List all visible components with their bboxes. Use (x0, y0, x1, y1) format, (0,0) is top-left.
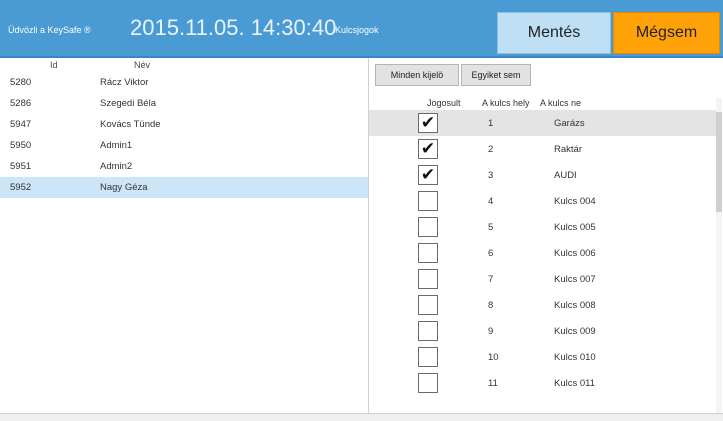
key-row[interactable]: 9 Kulcs 009 (369, 318, 716, 344)
key-name-cell: AUDI (554, 170, 577, 181)
user-row[interactable]: 5286 Szegedi Béla (0, 93, 368, 114)
granted-checkbox[interactable] (418, 347, 438, 367)
user-id-cell: 5280 (10, 77, 32, 88)
key-name-cell: Kulcs 010 (554, 352, 596, 363)
column-header-id[interactable]: Id (50, 60, 58, 70)
key-slot-cell: 4 (488, 196, 494, 207)
granted-checkbox[interactable] (418, 295, 438, 315)
granted-checkbox[interactable]: ✔ (418, 113, 438, 133)
key-row[interactable]: 4 Kulcs 004 (369, 188, 716, 214)
save-button[interactable]: Mentés (497, 12, 611, 54)
key-rights-panel: Minden kijelö Egyiket sem Jogosult A kul… (368, 58, 723, 413)
user-id-cell: 5947 (10, 119, 32, 130)
granted-checkbox[interactable]: ✔ (418, 139, 438, 159)
granted-checkbox[interactable]: ✔ (418, 165, 438, 185)
vertical-scrollbar[interactable] (716, 98, 722, 413)
key-slot-cell: 3 (488, 170, 494, 181)
key-slot-cell: 11 (488, 378, 498, 389)
user-name-cell: Szegedi Béla (100, 98, 156, 109)
bottom-edge (0, 413, 723, 421)
key-row[interactable]: 8 Kulcs 008 (369, 292, 716, 318)
user-id-cell: 5286 (10, 98, 32, 109)
user-list: 5280 Rácz Viktor 5286 Szegedi Béla 5947 Kovác… (0, 72, 368, 198)
column-header-name[interactable]: Név (134, 60, 150, 70)
key-grid: ✔ 1 Garázs ✔ 2 Raktár ✔ 3 AUDI 4 Kulcs 004 5 Kulcs 0… (369, 110, 716, 396)
key-name-cell: Kulcs 009 (554, 326, 596, 337)
welcome-text: Üdvözli a KeySafe ® (8, 25, 91, 35)
key-name-cell: Kulcs 005 (554, 222, 596, 233)
column-header-key-slot[interactable]: A kulcs hely (482, 98, 530, 108)
key-slot-cell: 6 (488, 248, 494, 259)
user-row[interactable]: 5280 Rácz Viktor (0, 72, 368, 93)
checkmark-icon: ✔ (420, 139, 436, 158)
user-row[interactable]: 5952 Nagy Géza (0, 177, 368, 198)
user-row[interactable]: 5950 Admin1 (0, 135, 368, 156)
key-slot-cell: 9 (488, 326, 494, 337)
scrollbar-thumb[interactable] (716, 112, 722, 212)
key-row[interactable]: ✔ 1 Garázs (369, 110, 716, 136)
key-row[interactable]: 6 Kulcs 006 (369, 240, 716, 266)
user-id-cell: 5951 (10, 161, 32, 172)
user-list-panel: Id Név 5280 Rácz Viktor 5286 Szegedi Béla 59… (0, 58, 368, 413)
key-name-cell: Garázs (554, 118, 585, 129)
key-slot-cell: 10 (488, 352, 499, 363)
key-slot-cell: 1 (488, 118, 494, 129)
granted-checkbox[interactable] (418, 243, 438, 263)
granted-checkbox[interactable] (418, 321, 438, 341)
key-name-cell: Kulcs 011 (554, 378, 596, 389)
user-id-cell: 5952 (10, 182, 32, 193)
key-row[interactable]: 10 Kulcs 010 (369, 344, 716, 370)
user-name-cell: Rácz Viktor (100, 77, 149, 88)
granted-checkbox[interactable] (418, 191, 438, 211)
column-header-key-name[interactable]: A kulcs ne (540, 98, 581, 108)
column-header-granted[interactable]: Jogosult (427, 98, 461, 108)
user-row[interactable]: 5947 Kovács Tünde (0, 114, 368, 135)
granted-checkbox[interactable] (418, 373, 438, 393)
key-row[interactable]: 11 Kulcs 011 (369, 370, 716, 396)
cancel-button[interactable]: Mégsem (613, 12, 720, 54)
granted-checkbox[interactable] (418, 217, 438, 237)
key-slot-cell: 5 (488, 222, 494, 233)
key-slot-cell: 7 (488, 274, 494, 285)
key-name-cell: Kulcs 008 (554, 300, 596, 311)
user-name-cell: Nagy Géza (100, 182, 148, 193)
key-grid-header: Jogosult A kulcs hely A kulcs ne (369, 96, 719, 110)
key-slot-cell: 8 (488, 300, 494, 311)
key-name-cell: Kulcs 004 (554, 196, 596, 207)
select-all-button[interactable]: Minden kijelö (375, 64, 459, 86)
key-name-cell: Kulcs 006 (554, 248, 596, 259)
key-name-cell: Raktár (554, 144, 582, 155)
checkmark-icon: ✔ (420, 113, 436, 132)
section-title: Kulcsjogok (335, 25, 379, 35)
key-row[interactable]: 5 Kulcs 005 (369, 214, 716, 240)
key-row[interactable]: ✔ 2 Raktár (369, 136, 716, 162)
key-slot-cell: 2 (488, 144, 494, 155)
granted-checkbox[interactable] (418, 269, 438, 289)
datetime-display: 2015.11.05. 14:30:40 (130, 15, 337, 40)
user-row[interactable]: 5951 Admin2 (0, 156, 368, 177)
user-name-cell: Admin1 (100, 140, 133, 151)
key-name-cell: Kulcs 007 (554, 274, 596, 285)
select-none-button[interactable]: Egyiket sem (461, 64, 531, 86)
user-name-cell: Admin2 (100, 161, 133, 172)
top-bar: Üdvözli a KeySafe ® 2015.11.05. 14:30:40… (0, 0, 723, 58)
user-id-cell: 5950 (10, 140, 32, 151)
checkmark-icon: ✔ (420, 165, 436, 184)
key-row[interactable]: 7 Kulcs 007 (369, 266, 716, 292)
key-row[interactable]: ✔ 3 AUDI (369, 162, 716, 188)
user-name-cell: Kovács Tünde (100, 119, 161, 130)
